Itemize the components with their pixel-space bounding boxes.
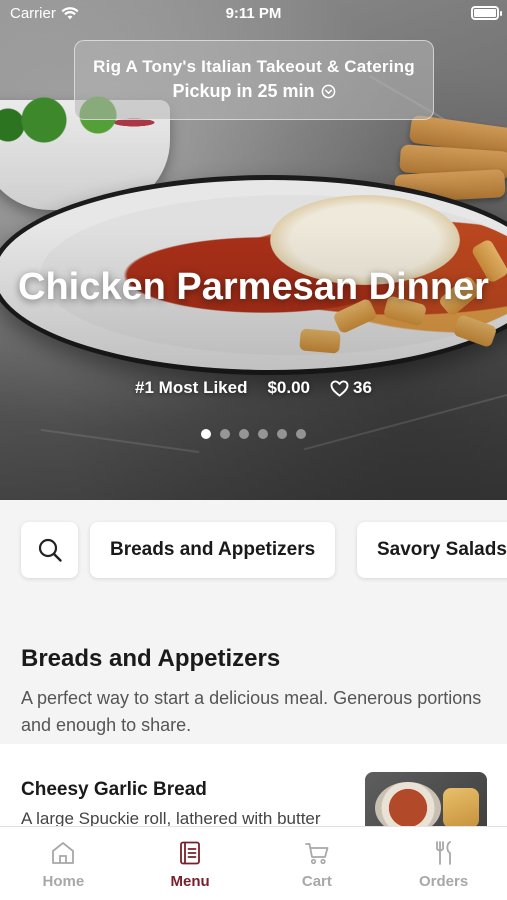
restaurant-name: Rig A Tony's Italian Takeout & Catering (93, 57, 415, 76)
tab-menu[interactable]: Menu (127, 827, 254, 900)
category-bar[interactable]: Breads and Appetizers Savory Salads (0, 500, 507, 600)
home-icon (52, 842, 75, 864)
carousel-dots[interactable] (0, 429, 507, 439)
pickup-time[interactable]: Pickup in 25 min (172, 81, 335, 102)
likes-button[interactable]: 36 (330, 378, 372, 398)
item-name: Cheesy Garlic Bread (21, 779, 207, 800)
search-button[interactable] (21, 522, 78, 578)
carousel-dot[interactable] (220, 429, 230, 439)
price-label: $0.00 (267, 378, 311, 397)
carousel-dot[interactable] (277, 429, 287, 439)
carousel-dot[interactable] (201, 429, 211, 439)
carousel-dot[interactable] (296, 429, 306, 439)
category-pill-breads[interactable]: Breads and Appetizers (90, 522, 336, 578)
chevron-down-circle-icon (321, 84, 335, 99)
carousel-dot[interactable] (258, 429, 268, 439)
item-photo (365, 772, 487, 834)
tab-home[interactable]: Home (0, 827, 127, 900)
section-description: A perfect way to start a delicious meal.… (21, 688, 482, 735)
status-bar: Carrier 9:11 PM (0, 0, 507, 28)
section-header: Breads and Appetizers A perfect way to s… (21, 645, 491, 739)
tab-cart[interactable]: Cart (254, 827, 381, 900)
search-icon (38, 538, 62, 562)
likes-count: 36 (353, 378, 372, 397)
tab-orders[interactable]: Orders (380, 827, 507, 900)
orders-icon (435, 841, 451, 865)
clock: 9:11 PM (225, 5, 282, 22)
dish-meta: #1 Most Liked $0.00 36 (0, 378, 507, 398)
heart-icon (330, 379, 349, 397)
hero-banner[interactable]: Carrier 9:11 PM Rig A Tony's Italian Tak… (0, 0, 507, 500)
rank-label: #1 Most Liked (135, 378, 248, 397)
menu-icon (180, 841, 201, 865)
dish-title: Chicken Parmesan Dinner (18, 266, 489, 308)
menu-item-card[interactable]: Cheesy Garlic Bread A large Spuckie roll… (0, 744, 507, 834)
carousel-dot[interactable] (239, 429, 249, 439)
category-pill-salads[interactable]: Savory Salads (357, 522, 507, 578)
pickup-banner[interactable]: Rig A Tony's Italian Takeout & Catering … (74, 40, 434, 120)
battery-icon (471, 6, 502, 20)
section-title: Breads and Appetizers (21, 645, 281, 672)
cart-icon (304, 843, 329, 865)
tab-bar: Home Menu Cart Orders (0, 826, 507, 900)
